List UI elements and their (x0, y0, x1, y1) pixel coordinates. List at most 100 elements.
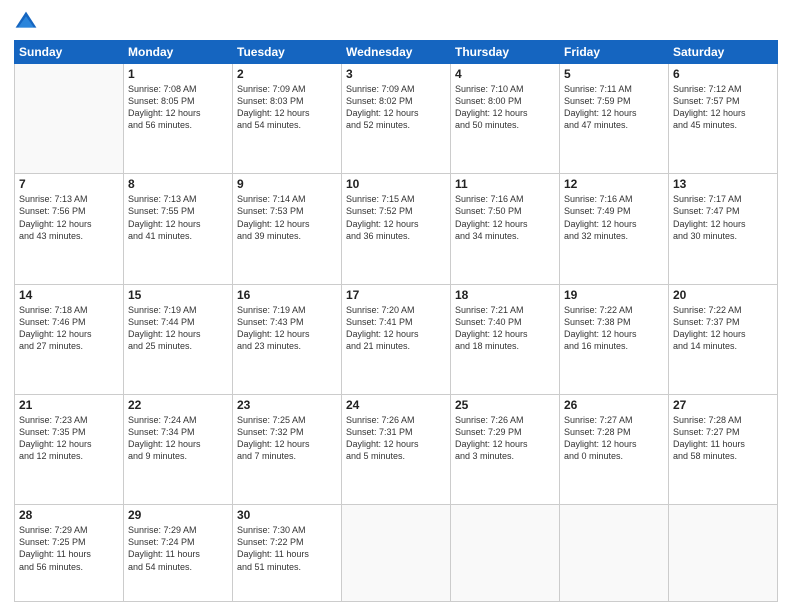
col-header-monday: Monday (124, 41, 233, 64)
day-info: Sunrise: 7:28 AMSunset: 7:27 PMDaylight:… (673, 414, 773, 463)
week-row-3: 14 Sunrise: 7:18 AMSunset: 7:46 PMDayligh… (15, 284, 778, 394)
day-info: Sunrise: 7:09 AMSunset: 8:02 PMDaylight:… (346, 83, 446, 132)
day-cell (669, 505, 778, 602)
day-cell: 17 Sunrise: 7:20 AMSunset: 7:41 PMDayligh… (342, 284, 451, 394)
day-cell: 4Sunrise: 7:10 AMSunset: 8:00 PMDaylight… (451, 64, 560, 174)
day-info: Sunrise: 7:16 AMSunset: 7:49 PMDaylight:… (564, 193, 664, 242)
day-info: Sunrise: 7:29 AMSunset: 7:24 PMDaylight:… (128, 524, 228, 573)
day-number: 29 (128, 508, 228, 522)
day-info: Sunrise: 7:19 AMSunset: 7:44 PMDaylight:… (128, 304, 228, 353)
day-info: Sunrise: 7:26 AMSunset: 7:31 PMDaylight:… (346, 414, 446, 463)
day-cell (451, 505, 560, 602)
day-number: 7 (19, 177, 119, 191)
day-number: 3 (346, 67, 446, 81)
day-cell: 5Sunrise: 7:11 AMSunset: 7:59 PMDaylight… (560, 64, 669, 174)
day-number: 6 (673, 67, 773, 81)
day-number: 26 (564, 398, 664, 412)
col-header-friday: Friday (560, 41, 669, 64)
day-cell: 3 Sunrise: 7:09 AMSunset: 8:02 PMDaylight… (342, 64, 451, 174)
week-row-5: 28Sunrise: 7:29 AMSunset: 7:25 PMDayligh… (15, 505, 778, 602)
day-cell: 12Sunrise: 7:16 AMSunset: 7:49 PMDayligh… (560, 174, 669, 284)
day-number: 4 (455, 67, 555, 81)
day-info: Sunrise: 7:15 AMSunset: 7:52 PMDaylight:… (346, 193, 446, 242)
day-cell (342, 505, 451, 602)
day-info: Sunrise: 7:21 AMSunset: 7:40 PMDaylight:… (455, 304, 555, 353)
day-cell: 30 Sunrise: 7:30 AMSunset: 7:22 PMDayligh… (233, 505, 342, 602)
day-info: Sunrise: 7:23 AMSunset: 7:35 PMDaylight:… (19, 414, 119, 463)
day-cell: 8Sunrise: 7:13 AMSunset: 7:55 PMDaylight… (124, 174, 233, 284)
day-number: 20 (673, 288, 773, 302)
day-number: 5 (564, 67, 664, 81)
day-cell: 23 Sunrise: 7:25 AMSunset: 7:32 PMDayligh… (233, 394, 342, 504)
day-cell: 6 Sunrise: 7:12 AMSunset: 7:57 PMDaylight… (669, 64, 778, 174)
day-number: 19 (564, 288, 664, 302)
day-info: Sunrise: 7:16 AMSunset: 7:50 PMDaylight:… (455, 193, 555, 242)
day-number: 30 (237, 508, 337, 522)
day-cell: 9 Sunrise: 7:14 AMSunset: 7:53 PMDaylight… (233, 174, 342, 284)
week-row-4: 21 Sunrise: 7:23 AMSunset: 7:35 PMDayligh… (15, 394, 778, 504)
day-number: 23 (237, 398, 337, 412)
day-number: 13 (673, 177, 773, 191)
logo-icon (14, 10, 38, 34)
day-number: 10 (346, 177, 446, 191)
day-number: 21 (19, 398, 119, 412)
week-row-1: 1Sunrise: 7:08 AMSunset: 8:05 PMDaylight… (15, 64, 778, 174)
day-info: Sunrise: 7:14 AMSunset: 7:53 PMDaylight:… (237, 193, 337, 242)
col-header-saturday: Saturday (669, 41, 778, 64)
day-number: 25 (455, 398, 555, 412)
day-cell: 29 Sunrise: 7:29 AMSunset: 7:24 PMDayligh… (124, 505, 233, 602)
day-number: 27 (673, 398, 773, 412)
day-cell: 26Sunrise: 7:27 AMSunset: 7:28 PMDayligh… (560, 394, 669, 504)
day-cell: 21 Sunrise: 7:23 AMSunset: 7:35 PMDayligh… (15, 394, 124, 504)
day-number: 24 (346, 398, 446, 412)
col-header-wednesday: Wednesday (342, 41, 451, 64)
day-info: Sunrise: 7:26 AMSunset: 7:29 PMDaylight:… (455, 414, 555, 463)
day-info: Sunrise: 7:13 AMSunset: 7:56 PMDaylight:… (19, 193, 119, 242)
day-info: Sunrise: 7:30 AMSunset: 7:22 PMDaylight:… (237, 524, 337, 573)
day-number: 2 (237, 67, 337, 81)
day-number: 17 (346, 288, 446, 302)
day-number: 15 (128, 288, 228, 302)
day-info: Sunrise: 7:22 AMSunset: 7:38 PMDaylight:… (564, 304, 664, 353)
day-cell: 28Sunrise: 7:29 AMSunset: 7:25 PMDayligh… (15, 505, 124, 602)
day-cell: 11 Sunrise: 7:16 AMSunset: 7:50 PMDayligh… (451, 174, 560, 284)
day-number: 1 (128, 67, 228, 81)
day-info: Sunrise: 7:18 AMSunset: 7:46 PMDaylight:… (19, 304, 119, 353)
day-number: 11 (455, 177, 555, 191)
day-info: Sunrise: 7:29 AMSunset: 7:25 PMDaylight:… (19, 524, 119, 573)
day-cell: 18 Sunrise: 7:21 AMSunset: 7:40 PMDayligh… (451, 284, 560, 394)
day-info: Sunrise: 7:12 AMSunset: 7:57 PMDaylight:… (673, 83, 773, 132)
day-number: 9 (237, 177, 337, 191)
day-info: Sunrise: 7:09 AMSunset: 8:03 PMDaylight:… (237, 83, 337, 132)
header (14, 10, 778, 34)
day-info: Sunrise: 7:24 AMSunset: 7:34 PMDaylight:… (128, 414, 228, 463)
day-cell: 20Sunrise: 7:22 AMSunset: 7:37 PMDayligh… (669, 284, 778, 394)
day-cell: 10 Sunrise: 7:15 AMSunset: 7:52 PMDayligh… (342, 174, 451, 284)
day-cell: 19 Sunrise: 7:22 AMSunset: 7:38 PMDayligh… (560, 284, 669, 394)
day-cell: 1Sunrise: 7:08 AMSunset: 8:05 PMDaylight… (124, 64, 233, 174)
day-cell: 2 Sunrise: 7:09 AMSunset: 8:03 PMDaylight… (233, 64, 342, 174)
day-cell: 13 Sunrise: 7:17 AMSunset: 7:47 PMDayligh… (669, 174, 778, 284)
logo (14, 10, 42, 34)
day-cell: 27 Sunrise: 7:28 AMSunset: 7:27 PMDayligh… (669, 394, 778, 504)
day-info: Sunrise: 7:25 AMSunset: 7:32 PMDaylight:… (237, 414, 337, 463)
day-info: Sunrise: 7:13 AMSunset: 7:55 PMDaylight:… (128, 193, 228, 242)
day-info: Sunrise: 7:20 AMSunset: 7:41 PMDaylight:… (346, 304, 446, 353)
col-header-thursday: Thursday (451, 41, 560, 64)
day-number: 22 (128, 398, 228, 412)
col-header-sunday: Sunday (15, 41, 124, 64)
col-header-tuesday: Tuesday (233, 41, 342, 64)
day-number: 16 (237, 288, 337, 302)
calendar-table: SundayMondayTuesdayWednesdayThursdayFrid… (14, 40, 778, 602)
day-cell: 16Sunrise: 7:19 AMSunset: 7:43 PMDayligh… (233, 284, 342, 394)
day-cell: 7 Sunrise: 7:13 AMSunset: 7:56 PMDaylight… (15, 174, 124, 284)
day-cell: 24 Sunrise: 7:26 AMSunset: 7:31 PMDayligh… (342, 394, 451, 504)
day-number: 14 (19, 288, 119, 302)
day-cell: 25 Sunrise: 7:26 AMSunset: 7:29 PMDayligh… (451, 394, 560, 504)
day-cell: 22 Sunrise: 7:24 AMSunset: 7:34 PMDayligh… (124, 394, 233, 504)
day-number: 18 (455, 288, 555, 302)
header-row: SundayMondayTuesdayWednesdayThursdayFrid… (15, 41, 778, 64)
day-cell (560, 505, 669, 602)
day-info: Sunrise: 7:17 AMSunset: 7:47 PMDaylight:… (673, 193, 773, 242)
week-row-2: 7 Sunrise: 7:13 AMSunset: 7:56 PMDaylight… (15, 174, 778, 284)
